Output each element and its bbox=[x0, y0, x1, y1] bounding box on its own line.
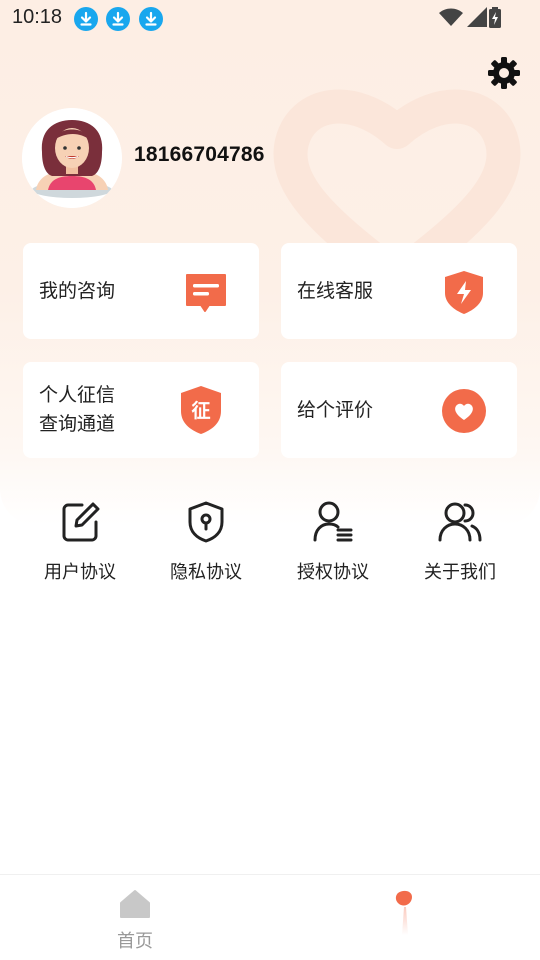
status-time: 10:18 bbox=[12, 6, 63, 28]
rate-us-card[interactable]: 给个评价 bbox=[281, 362, 517, 458]
my-consultation-card[interactable]: 我的咨询 bbox=[23, 243, 259, 339]
user-agreement-link[interactable]: 用户协议 bbox=[25, 500, 135, 590]
card-label: 我的咨询 bbox=[39, 280, 116, 302]
card-label: 给个评价 bbox=[297, 399, 374, 421]
credit-query-card[interactable]: 个人征信 查询通道 征 bbox=[23, 362, 259, 458]
mine-tab-icon bbox=[395, 890, 412, 935]
privacy-agreement-link[interactable]: 隐私协议 bbox=[151, 500, 261, 590]
users-icon bbox=[438, 502, 482, 542]
download-notification-icon bbox=[139, 7, 163, 31]
user-phone-number: 18166704786 bbox=[134, 143, 265, 166]
message-icon bbox=[186, 274, 226, 312]
shield-zheng-icon: 征 bbox=[177, 384, 225, 436]
wifi-icon bbox=[439, 8, 463, 26]
quick-link-label: 用户协议 bbox=[44, 562, 116, 583]
avatar-woman-icon bbox=[22, 108, 122, 208]
download-notification-icon bbox=[74, 7, 98, 31]
online-service-card[interactable]: 在线客服 bbox=[281, 243, 517, 339]
download-notification-icon bbox=[106, 7, 130, 31]
bottom-tab-bar: 首页 bbox=[0, 874, 540, 960]
home-icon bbox=[120, 890, 150, 918]
edit-icon bbox=[62, 502, 100, 542]
shield-bolt-icon bbox=[445, 271, 483, 314]
quick-link-label: 隐私协议 bbox=[170, 562, 242, 583]
status-bar: 10:18 bbox=[0, 0, 540, 36]
about-us-link[interactable]: 关于我们 bbox=[405, 500, 515, 590]
quick-link-label: 授权协议 bbox=[297, 562, 369, 583]
authorization-agreement-link[interactable]: 授权协议 bbox=[278, 500, 388, 590]
zheng-badge-text: 征 bbox=[191, 400, 211, 422]
battery-icon bbox=[489, 7, 501, 28]
tab-mine[interactable] bbox=[390, 889, 420, 939]
heart-icon bbox=[442, 389, 486, 433]
card-label-line1: 个人征信 bbox=[39, 384, 116, 406]
settings-gear-icon[interactable] bbox=[486, 55, 522, 91]
avatar[interactable] bbox=[22, 108, 122, 208]
card-label: 在线客服 bbox=[297, 280, 374, 302]
privacy-shield-icon bbox=[188, 501, 224, 543]
tab-home-label: 首页 bbox=[117, 931, 153, 952]
user-list-icon bbox=[313, 501, 353, 542]
signal-icon bbox=[467, 7, 487, 27]
card-label-line2: 查询通道 bbox=[39, 413, 116, 435]
quick-link-label: 关于我们 bbox=[424, 562, 496, 583]
tab-home[interactable]: 首页 bbox=[95, 889, 175, 953]
